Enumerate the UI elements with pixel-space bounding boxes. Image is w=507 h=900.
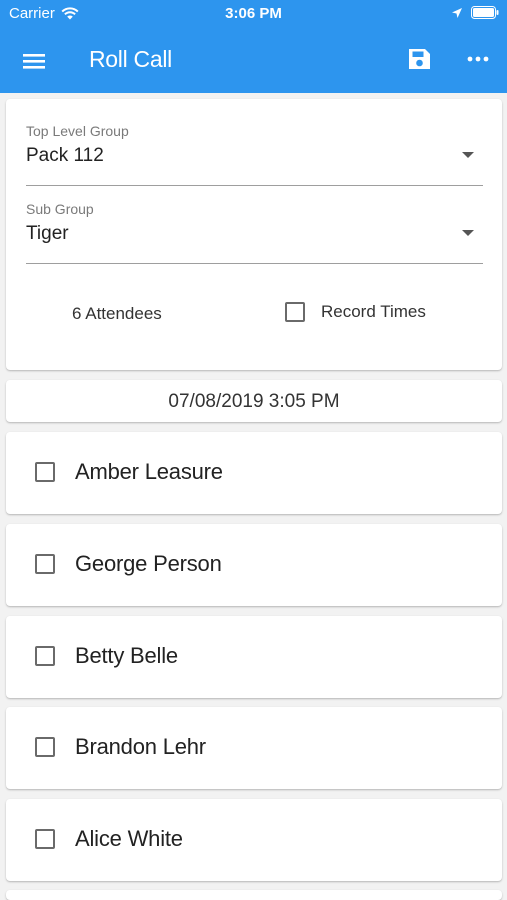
app-bar: Roll Call [0, 28, 507, 93]
page-title: Roll Call [89, 46, 172, 72]
field-underline [26, 263, 483, 264]
datetime-card[interactable]: 07/08/2019 3:05 PM [6, 380, 502, 422]
list-item[interactable]: George Person [6, 524, 502, 606]
attendee-name: George Person [75, 551, 222, 576]
attendee-count: 6 Attendees [72, 304, 162, 323]
attendee-name: Alice White [75, 826, 183, 851]
roll-call-datetime: 07/08/2019 3:05 PM [168, 391, 340, 412]
top-level-group-value: Pack 112 [26, 145, 104, 166]
dropdown-arrow-icon [462, 230, 474, 236]
record-times-label: Record Times [321, 302, 426, 321]
location-icon [452, 7, 462, 18]
list-item[interactable]: Brandon Lehr [6, 707, 502, 789]
attendee-name: Brandon Lehr [75, 734, 206, 759]
attendee-checkbox[interactable] [35, 737, 55, 757]
list-item-partial[interactable] [6, 890, 502, 900]
sub-group-label: Sub Group [26, 201, 94, 217]
status-bar: Carrier 3:06 PM [0, 0, 507, 28]
attendee-checkbox[interactable] [35, 554, 55, 574]
group-selection-card: Top Level Group Pack 112 Sub Group Tiger… [6, 99, 502, 370]
dropdown-arrow-icon [462, 152, 474, 158]
menu-icon[interactable] [20, 47, 48, 75]
more-icon[interactable] [464, 45, 492, 73]
sub-group-value: Tiger [26, 223, 69, 244]
top-level-group-select[interactable]: Top Level Group Pack 112 [26, 123, 483, 187]
top-level-group-label: Top Level Group [26, 123, 129, 139]
save-icon[interactable] [405, 45, 433, 73]
attendee-checkbox[interactable] [35, 829, 55, 849]
record-times-toggle[interactable]: Record Times [285, 302, 426, 322]
battery-icon [471, 6, 499, 19]
attendee-checkbox[interactable] [35, 462, 55, 482]
status-time: 3:06 PM [225, 5, 282, 22]
list-item[interactable]: Betty Belle [6, 616, 502, 698]
list-item[interactable]: Amber Leasure [6, 432, 502, 514]
sub-group-select[interactable]: Sub Group Tiger [26, 201, 483, 265]
list-item[interactable]: Alice White [6, 799, 502, 881]
record-times-checkbox[interactable] [285, 302, 305, 322]
attendee-checkbox[interactable] [35, 646, 55, 666]
attendee-name: Amber Leasure [75, 459, 223, 484]
field-underline [26, 185, 483, 186]
attendee-name: Betty Belle [75, 643, 178, 668]
